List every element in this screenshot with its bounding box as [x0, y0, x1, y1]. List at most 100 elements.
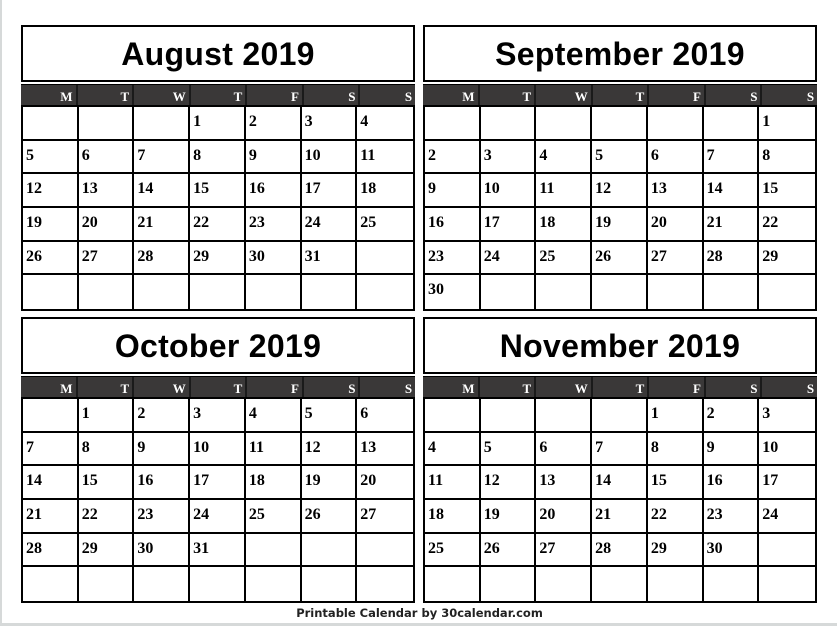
weekday-header-row: MTWTFSS [423, 84, 817, 106]
day-cell [79, 567, 135, 601]
weekday-header: T [78, 85, 135, 106]
day-cell: 5 [592, 140, 648, 175]
weekday-header: F [247, 85, 304, 106]
day-cell [302, 275, 358, 309]
day-cell [23, 399, 79, 433]
day-cell [78, 107, 135, 141]
day-cell [592, 399, 648, 433]
day-cell [648, 275, 704, 309]
day-cell: 14 [23, 466, 79, 500]
day-cell [703, 107, 760, 141]
weekday-header: S [806, 381, 815, 396]
day-cell: 27 [357, 500, 413, 534]
day-cell: 8 [647, 432, 704, 467]
day-cell: 1 [78, 399, 135, 433]
day-cell [647, 107, 704, 141]
day-cell [357, 275, 413, 309]
day-cell: 18 [536, 208, 593, 242]
day-cell [23, 567, 79, 601]
day-cell: 10 [759, 433, 815, 467]
weekday-header: M [21, 377, 78, 398]
day-cell: 28 [134, 241, 191, 276]
weekday-header: T [593, 377, 650, 398]
day-cell: 14 [134, 174, 191, 208]
day-grid: 1 2 3 4 5 6 7 8 9 10 11 12 13 14 15 16 17 18 19 20 21 22 23 24 2… [423, 397, 817, 603]
day-cell: 23 [245, 208, 302, 242]
day-cell: 26 [480, 533, 537, 568]
weekday-header: T [78, 377, 135, 398]
month-title: October 2019 [114, 328, 322, 364]
weekday-header: M [423, 85, 480, 106]
day-cell: 11 [536, 174, 593, 208]
day-cell: 11 [245, 432, 302, 467]
day-cell: 25 [245, 500, 302, 534]
day-cell: 3 [759, 399, 815, 433]
month-title-box: November 2019 [423, 317, 817, 374]
day-cell [302, 567, 358, 601]
day-cell: 3 [190, 399, 246, 433]
day-cell [592, 275, 648, 309]
weekday-header: T [593, 85, 650, 106]
day-cell: 22 [190, 208, 246, 242]
day-cell: 15 [647, 466, 704, 500]
day-cell: 29 [190, 241, 246, 276]
weekday-header: T [480, 377, 537, 398]
day-cell: 28 [23, 533, 79, 568]
day-cell [592, 567, 648, 601]
day-cell: 5 [23, 140, 79, 175]
day-cell: 19 [592, 208, 648, 242]
day-cell: 17 [190, 466, 246, 500]
day-cell [23, 107, 79, 141]
weekday-header: S [806, 89, 815, 104]
day-cell: 30 [703, 533, 760, 568]
day-cell: 13 [647, 174, 704, 208]
day-cell: 12 [480, 466, 537, 500]
month-title-box: August 2019 [21, 25, 415, 82]
weekday-header: T [191, 377, 248, 398]
day-cell: 5 [480, 432, 537, 467]
day-cell: 30 [134, 533, 191, 568]
month-title-box: October 2019 [21, 317, 415, 374]
day-cell: 25 [357, 208, 413, 242]
day-cell: 18 [245, 466, 302, 500]
day-cell: 17 [480, 208, 537, 242]
day-cell: 6 [647, 140, 704, 175]
day-cell: 8 [78, 432, 135, 467]
day-cell: 24 [480, 241, 537, 276]
day-cell [134, 275, 191, 309]
day-cell: 20 [357, 466, 413, 500]
weekday-header: W [134, 85, 191, 106]
day-cell: 25 [536, 241, 593, 276]
weekday-header: F [649, 377, 706, 398]
day-cell: 17 [301, 174, 358, 208]
weekday-header: F [649, 85, 706, 106]
day-cell [301, 533, 358, 568]
day-cell: 30 [245, 241, 302, 276]
day-cell: 17 [759, 466, 815, 500]
day-cell [357, 534, 413, 568]
day-cell: 22 [78, 500, 135, 534]
day-cell: 4 [536, 140, 593, 175]
day-cell [134, 567, 191, 601]
month-title-box: September 2019 [423, 25, 817, 82]
day-cell: 27 [647, 241, 704, 276]
day-cell: 21 [703, 208, 760, 242]
day-cell: 29 [78, 533, 135, 568]
day-cell: 24 [190, 500, 246, 534]
weekday-header: S [304, 85, 361, 106]
day-cell: 6 [536, 432, 593, 467]
month-title: September 2019 [495, 36, 745, 72]
day-cell [246, 275, 302, 309]
day-cell: 12 [592, 174, 648, 208]
day-cell: 22 [647, 500, 704, 534]
day-cell: 20 [78, 208, 135, 242]
day-cell: 12 [23, 174, 79, 208]
day-cell: 23 [134, 500, 191, 534]
day-cell [23, 275, 79, 309]
day-cell: 4 [357, 107, 413, 141]
day-cell: 4 [425, 432, 481, 467]
day-cell [536, 275, 593, 309]
day-cell [480, 107, 537, 141]
day-cell: 1 [647, 399, 704, 433]
day-cell [759, 567, 815, 601]
